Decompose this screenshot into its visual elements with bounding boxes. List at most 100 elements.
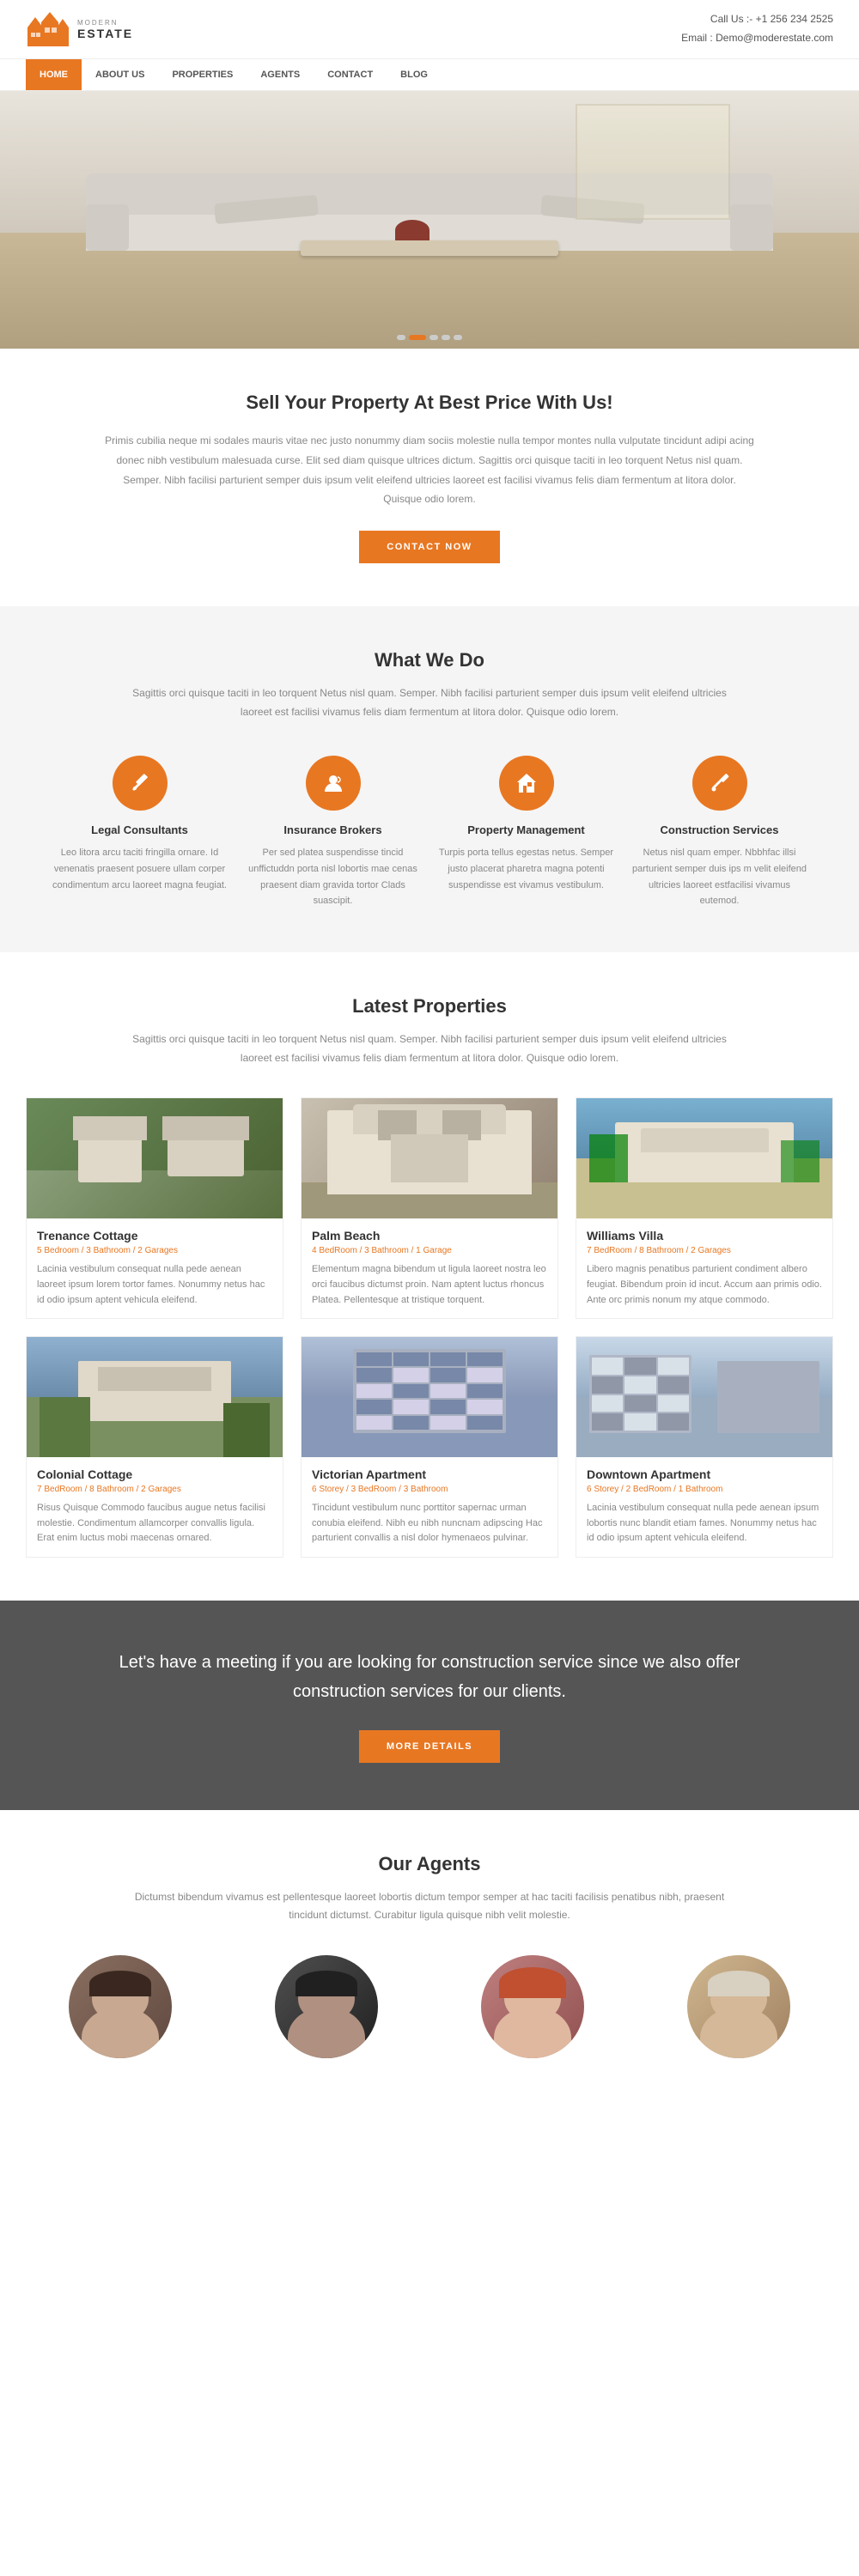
agent-card-4[interactable] <box>644 1955 833 2067</box>
prop3-name: Williams Villa <box>587 1229 822 1242</box>
agent-avatar-2 <box>275 1955 378 2058</box>
hero-dot-3[interactable] <box>430 335 438 340</box>
service-property: Property Management Turpis porta tellus … <box>438 756 614 909</box>
property-body: Turpis porta tellus egestas netus. Sempe… <box>438 845 614 893</box>
hero-dot-5[interactable] <box>454 335 462 340</box>
logo[interactable]: MODERN Estate <box>26 10 133 48</box>
what-section: What We Do Sagittis orci quisque taciti … <box>0 606 859 952</box>
property-title: Property Management <box>438 823 614 836</box>
phone-info: Call Us :- +1 256 234 2525 <box>681 10 833 29</box>
sell-body: Primis cubilia neque mi sodales mauris v… <box>103 431 756 509</box>
service-legal: Legal Consultants Leo litora arcu taciti… <box>52 756 228 909</box>
agent-card-3[interactable] <box>438 1955 627 2067</box>
hero-dot-2[interactable] <box>409 335 426 340</box>
hero-dot-4[interactable] <box>442 335 450 340</box>
services-grid: Legal Consultants Leo litora arcu taciti… <box>52 756 807 909</box>
cta-text: Let's have a meeting if you are looking … <box>86 1648 773 1706</box>
logo-icon <box>26 10 70 48</box>
more-details-button[interactable]: MORE DETAILS <box>359 1730 500 1763</box>
prop4-name: Colonial Cottage <box>37 1467 272 1481</box>
insurance-body: Per sed platea suspendisse tincid unffic… <box>245 845 421 909</box>
construction-icon <box>692 756 747 811</box>
prop1-body: Lacinia vestibulum consequat nulla pede … <box>37 1262 272 1308</box>
hero-dot-1[interactable] <box>397 335 405 340</box>
prop5-name: Victorian Apartment <box>312 1467 547 1481</box>
prop2-meta: 4 BedRoom / 3 Bathroom / 1 Garage <box>312 1246 547 1255</box>
email-info: Email : Demo@moderestate.com <box>681 29 833 48</box>
agent-avatar-4 <box>687 1955 790 2058</box>
agents-title: Our Agents <box>26 1853 833 1875</box>
prop2-body: Elementum magna bibendum ut ligula laore… <box>312 1262 547 1308</box>
nav-item-blog[interactable]: BLOG <box>387 59 442 90</box>
service-construction: Construction Services Netus nisl quam em… <box>631 756 807 909</box>
prop6-body: Lacinia vestibulum consequat nulla pede … <box>587 1501 822 1546</box>
nav-item-agents[interactable]: AGENTS <box>247 59 314 90</box>
property-card-2[interactable]: Palm Beach 4 BedRoom / 3 Bathroom / 1 Ga… <box>301 1097 558 1319</box>
insurance-title: Insurance Brokers <box>245 823 421 836</box>
prop4-body: Risus Quisque Commodo faucibus augue net… <box>37 1501 272 1546</box>
nav-link-about[interactable]: ABOUT US <box>82 59 158 90</box>
what-title: What We Do <box>52 649 807 671</box>
construction-body: Netus nisl quam emper. Nbbhfac illsi par… <box>631 845 807 909</box>
property-img-3 <box>576 1098 832 1218</box>
hero-dots <box>397 335 462 340</box>
contact-now-button[interactable]: CONTACT NOW <box>359 531 499 563</box>
nav-link-contact[interactable]: CONTACT <box>314 59 387 90</box>
prop1-meta: 5 Bedroom / 3 Bathroom / 2 Garages <box>37 1246 272 1255</box>
insurance-icon <box>306 756 361 811</box>
what-sub: Sagittis orci quisque taciti in leo torq… <box>129 684 730 721</box>
prop2-name: Palm Beach <box>312 1229 547 1242</box>
property-card-6[interactable]: Downtown Apartment 6 Storey / 2 BedRoom … <box>576 1336 833 1558</box>
property-card-4[interactable]: Colonial Cottage 7 BedRoom / 8 Bathroom … <box>26 1336 283 1558</box>
property-card-1[interactable]: Trenance Cottage 5 Bedroom / 3 Bathroom … <box>26 1097 283 1319</box>
agents-section: Our Agents Dictumst bibendum vivamus est… <box>0 1810 859 2110</box>
agents-grid <box>26 1955 833 2067</box>
prop3-meta: 7 BedRoom / 8 Bathroom / 2 Garages <box>587 1246 822 1255</box>
logo-text: MODERN Estate <box>77 19 133 40</box>
agent-avatar-3 <box>481 1955 584 2058</box>
agent-avatar-1 <box>69 1955 172 2058</box>
property-card-3[interactable]: Williams Villa 7 BedRoom / 8 Bathroom / … <box>576 1097 833 1319</box>
construction-title: Construction Services <box>631 823 807 836</box>
property-img-5 <box>302 1337 557 1457</box>
property-img-6 <box>576 1337 832 1457</box>
site-header: MODERN Estate Call Us :- +1 256 234 2525… <box>0 0 859 58</box>
nav-link-properties[interactable]: PROPERTIES <box>158 59 247 90</box>
legal-icon <box>113 756 168 811</box>
prop3-body: Libero magnis penatibus parturient condi… <box>587 1262 822 1308</box>
service-insurance: Insurance Brokers Per sed platea suspend… <box>245 756 421 909</box>
legal-body: Leo litora arcu taciti fringilla ornare.… <box>52 845 228 893</box>
prop4-meta: 7 BedRoom / 8 Bathroom / 2 Garages <box>37 1485 272 1494</box>
prop5-body: Tincidunt vestibulum nunc porttitor sape… <box>312 1501 547 1546</box>
hero-section <box>0 91 859 349</box>
nav-item-home[interactable]: HOME <box>26 59 82 90</box>
legal-title: Legal Consultants <box>52 823 228 836</box>
nav-link-blog[interactable]: BLOG <box>387 59 442 90</box>
nav-link-agents[interactable]: AGENTS <box>247 59 314 90</box>
property-img-1 <box>27 1098 283 1218</box>
property-icon <box>499 756 554 811</box>
properties-grid: Trenance Cottage 5 Bedroom / 3 Bathroom … <box>26 1097 833 1558</box>
property-card-5[interactable]: Victorian Apartment 6 Storey / 3 BedRoom… <box>301 1336 558 1558</box>
prop1-name: Trenance Cottage <box>37 1229 272 1242</box>
property-img-4 <box>27 1337 283 1457</box>
agent-card-2[interactable] <box>232 1955 421 2067</box>
prop6-meta: 6 Storey / 2 BedRoom / 1 Bathroom <box>587 1485 822 1494</box>
sell-title: Sell Your Property At Best Price With Us… <box>103 392 756 414</box>
cta-banner: Let's have a meeting if you are looking … <box>0 1601 859 1810</box>
main-nav: HOME ABOUT US PROPERTIES AGENTS CONTACT … <box>0 58 859 91</box>
properties-sub: Sagittis orci quisque taciti in leo torq… <box>129 1030 730 1067</box>
prop6-name: Downtown Apartment <box>587 1467 822 1481</box>
property-img-2 <box>302 1098 557 1218</box>
agent-card-1[interactable] <box>26 1955 215 2067</box>
agents-sub: Dictumst bibendum vivamus est pellentesq… <box>129 1888 730 1925</box>
sell-section: Sell Your Property At Best Price With Us… <box>0 349 859 606</box>
contact-info: Call Us :- +1 256 234 2525 Email : Demo@… <box>681 10 833 47</box>
nav-item-properties[interactable]: PROPERTIES <box>158 59 247 90</box>
nav-link-home[interactable]: HOME <box>26 59 82 90</box>
prop5-meta: 6 Storey / 3 BedRoom / 3 Bathroom <box>312 1485 547 1494</box>
nav-item-contact[interactable]: CONTACT <box>314 59 387 90</box>
properties-title: Latest Properties <box>26 995 833 1018</box>
nav-item-about[interactable]: ABOUT US <box>82 59 158 90</box>
properties-section: Latest Properties Sagittis orci quisque … <box>0 952 859 1601</box>
